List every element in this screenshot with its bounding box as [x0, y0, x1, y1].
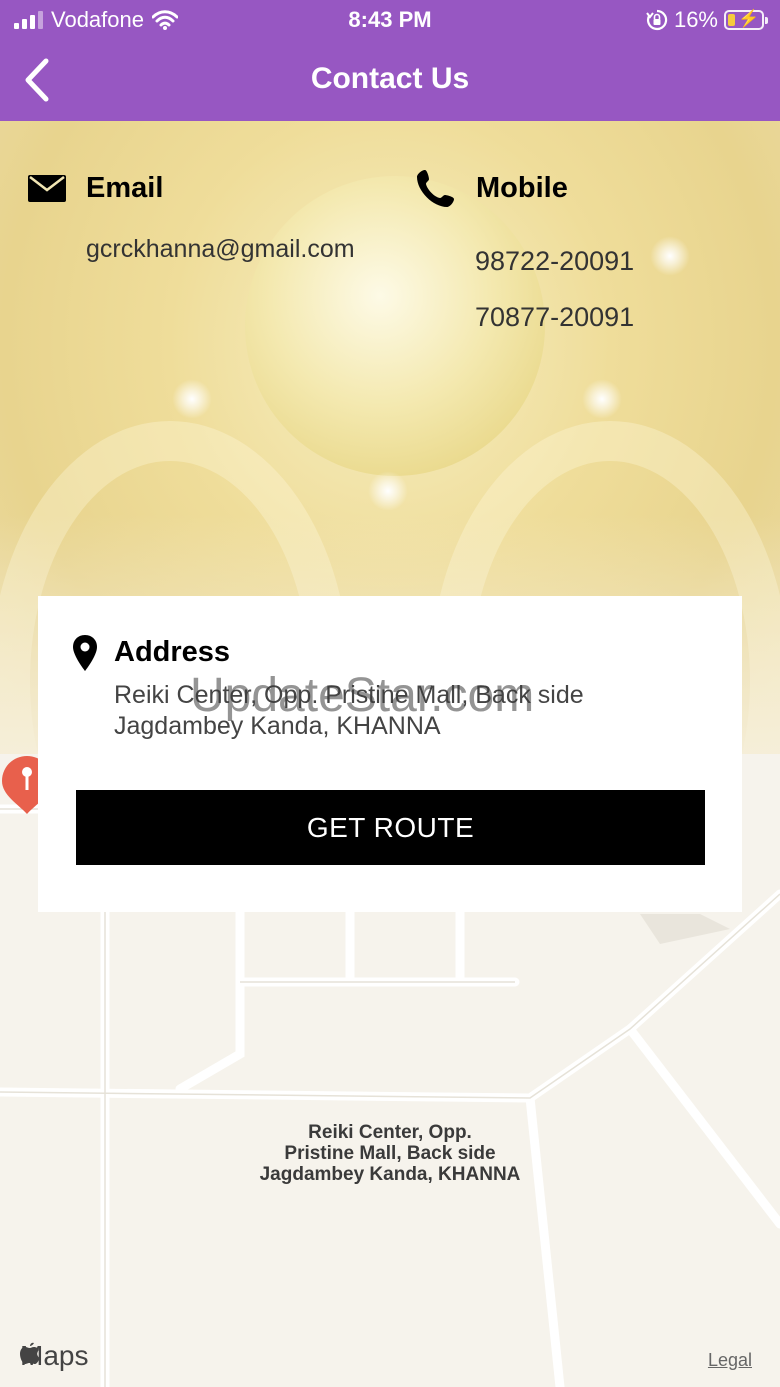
- address-label: Address: [114, 636, 231, 668]
- phone-number-2[interactable]: 70877-20091: [475, 302, 634, 333]
- battery-percent: 16%: [673, 7, 718, 32]
- apple-maps-logo: Maps: [20, 1340, 89, 1371]
- legal-link[interactable]: Legal: [708, 1350, 752, 1371]
- apple-icon: [20, 1342, 40, 1364]
- battery-icon: ⚡: [724, 9, 768, 30]
- map-pin-label: Reiki Center, Opp. Pristine Mall, Back s…: [259, 1122, 521, 1185]
- page-title: Contact Us: [310, 62, 470, 95]
- email-section: Email: [28, 166, 163, 210]
- orientation-lock-icon: [646, 9, 668, 31]
- phone-number-1[interactable]: 98722-20091: [475, 246, 634, 277]
- mobile-section: Mobile: [416, 166, 568, 210]
- location-pin-icon: [73, 635, 97, 671]
- phone-icon: [417, 170, 454, 207]
- email-value[interactable]: gcrckhanna@gmail.com: [86, 234, 361, 265]
- status-bar: Vodafone 8:43 PM 16% ⚡: [0, 0, 780, 40]
- mobile-label: Mobile: [476, 171, 568, 204]
- address-card: Address Reiki Center, Opp. Pristine Mall…: [38, 596, 742, 912]
- navigation-bar: Contact Us: [0, 40, 780, 121]
- email-label: Email: [86, 171, 164, 204]
- envelope-icon: [28, 175, 66, 202]
- get-route-button[interactable]: GET ROUTE: [76, 790, 705, 865]
- watermark: UpdateStar.com: [190, 669, 535, 722]
